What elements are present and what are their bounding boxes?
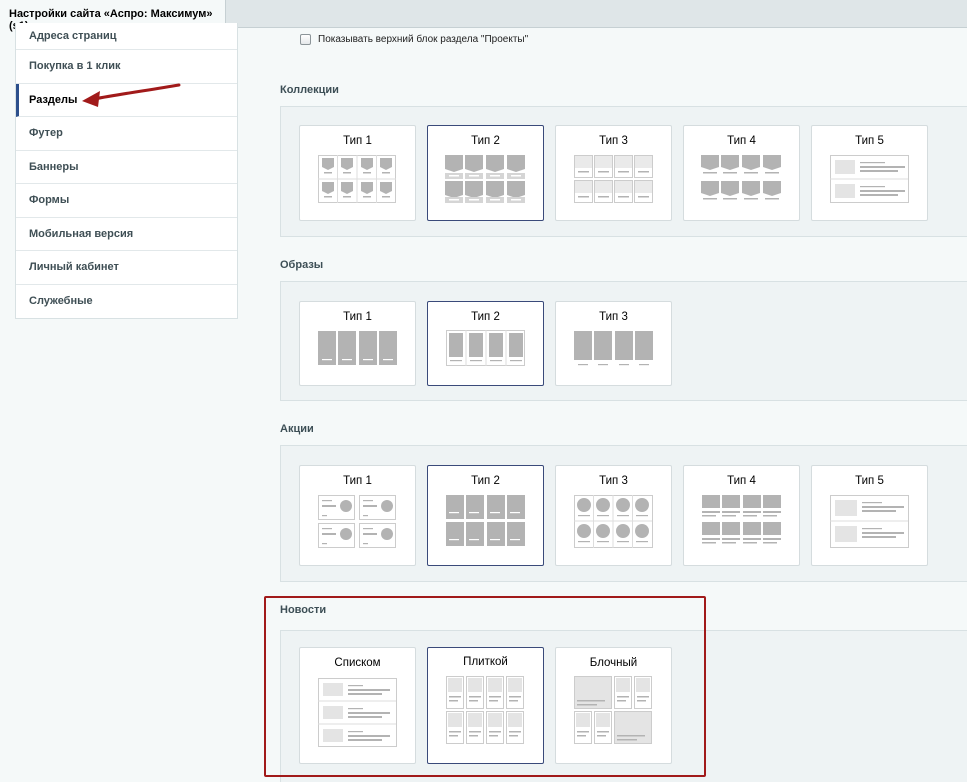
promos-option-3[interactable]: Тип 3 xyxy=(555,465,672,566)
option-label: Тип 3 xyxy=(599,311,628,323)
looks-type3-preview-icon xyxy=(574,331,653,366)
sidebar-item-banners[interactable]: Баннеры xyxy=(16,151,237,184)
option-label: Тип 2 xyxy=(471,311,500,323)
option-label: Тип 2 xyxy=(471,135,500,147)
looks-type2-preview-icon xyxy=(446,330,525,366)
sidebar-item-footer[interactable]: Футер xyxy=(16,117,237,151)
sidebar-item-account[interactable]: Личный кабинет xyxy=(16,251,237,285)
promos-panel: Тип 1 Тип 2 Тип 3 Тип 4 Тип 5 xyxy=(280,445,967,582)
option-label: Тип 1 xyxy=(343,135,372,147)
promos-type4-preview-icon xyxy=(702,495,781,544)
collections-option-5[interactable]: Тип 5 xyxy=(811,125,928,221)
settings-sidebar: Адреса страниц Покупка в 1 клик Разделы … xyxy=(15,23,238,319)
collections-option-2[interactable]: Тип 2 xyxy=(427,125,544,221)
collections-type4-preview-icon xyxy=(701,155,781,200)
sidebar-item-page-addresses[interactable]: Адреса страниц xyxy=(16,23,237,50)
looks-option-3[interactable]: Тип 3 xyxy=(555,301,672,386)
option-label: Тип 2 xyxy=(471,475,500,487)
promos-option-5[interactable]: Тип 5 xyxy=(811,465,928,566)
looks-option-2[interactable]: Тип 2 xyxy=(427,301,544,386)
looks-panel: Тип 1 Тип 2 Тип 3 xyxy=(280,281,967,401)
projects-top-block-label: Показывать верхний блок раздела "Проекты… xyxy=(318,34,529,45)
promos-type3-preview-icon xyxy=(574,495,653,548)
projects-top-block-checkbox-row[interactable]: Показывать верхний блок раздела "Проекты… xyxy=(300,34,528,45)
collections-option-4[interactable]: Тип 4 xyxy=(683,125,800,221)
promos-type1-preview-icon xyxy=(318,495,396,548)
collections-type5-preview-icon xyxy=(830,155,909,203)
sidebar-item-forms[interactable]: Формы xyxy=(16,184,237,218)
projects-top-block-checkbox[interactable] xyxy=(300,34,311,45)
promos-type2-preview-icon xyxy=(446,495,525,546)
collections-panel: Тип 1 Тип 2 Тип 3 Тип 4 Тип 5 xyxy=(280,106,967,237)
collections-type3-preview-icon xyxy=(574,155,653,203)
option-label: Тип 5 xyxy=(855,475,884,487)
collections-option-1[interactable]: Тип 1 xyxy=(299,125,416,221)
collections-type1-preview-icon xyxy=(318,155,396,203)
collections-title: Коллекции xyxy=(280,84,339,96)
promos-option-1[interactable]: Тип 1 xyxy=(299,465,416,566)
option-label: Тип 5 xyxy=(855,135,884,147)
option-label: Тип 1 xyxy=(343,311,372,323)
annotation-highlight-frame xyxy=(264,596,706,777)
annotation-arrow-icon xyxy=(82,83,181,107)
promos-option-2[interactable]: Тип 2 xyxy=(427,465,544,566)
sidebar-item-service[interactable]: Служебные xyxy=(16,285,237,319)
promos-option-4[interactable]: Тип 4 xyxy=(683,465,800,566)
promos-type5-preview-icon xyxy=(830,495,909,548)
looks-option-1[interactable]: Тип 1 xyxy=(299,301,416,386)
option-label: Тип 1 xyxy=(343,475,372,487)
collections-type2-preview-icon xyxy=(445,155,525,203)
option-label: Тип 4 xyxy=(727,135,756,147)
looks-title: Образы xyxy=(280,259,324,271)
sidebar-item-mobile[interactable]: Мобильная версия xyxy=(16,218,237,251)
looks-type1-preview-icon xyxy=(318,331,397,365)
option-label: Тип 4 xyxy=(727,475,756,487)
option-label: Тип 3 xyxy=(599,135,628,147)
collections-option-3[interactable]: Тип 3 xyxy=(555,125,672,221)
sidebar-item-one-click-buy[interactable]: Покупка в 1 клик xyxy=(16,50,237,84)
option-label: Тип 3 xyxy=(599,475,628,487)
promos-title: Акции xyxy=(280,423,314,435)
